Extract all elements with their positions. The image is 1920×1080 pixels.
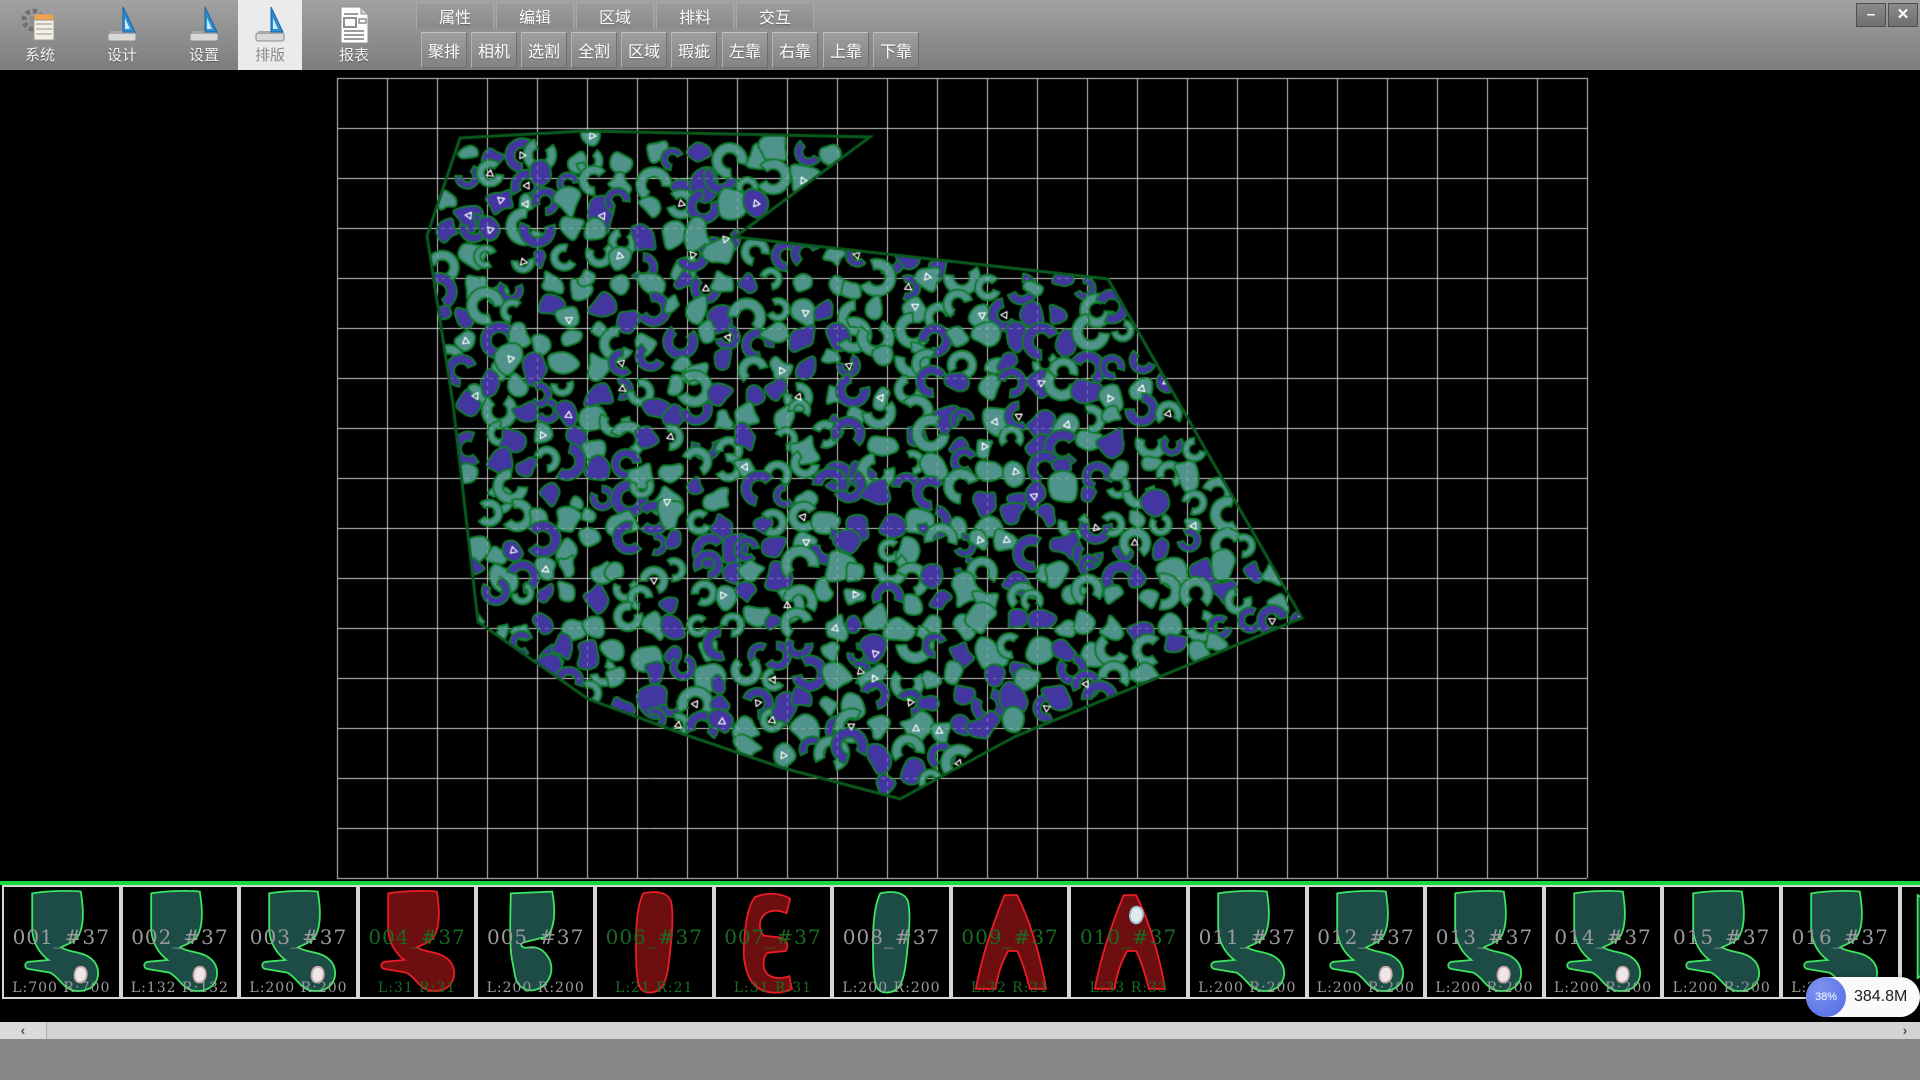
piece-id: 007_#37	[716, 925, 831, 949]
progress-circle-icon: 38%	[1806, 977, 1846, 1017]
tool-4-secondary[interactable]: 全割	[571, 32, 617, 68]
piece-cell-12[interactable]: 012_#37 L:200 R:200	[1307, 885, 1426, 999]
app-tab-design[interactable]: 设计	[90, 0, 154, 70]
piece-id: 016_#37	[1783, 925, 1898, 949]
piece-id: 005_#37	[478, 925, 593, 949]
app-tab-label: 设计	[107, 47, 137, 65]
piece-cell-10[interactable]: 010_#37 L:33 R:33	[1069, 885, 1188, 999]
piece-id: 001_#37	[4, 925, 119, 949]
piece-id: 0	[1902, 925, 1920, 949]
app-tab-report[interactable]: 报表	[322, 0, 386, 70]
progress-percent: 38%	[1815, 991, 1837, 1003]
nesting-ruler-icon	[249, 3, 291, 47]
piece-cell-6[interactable]: 006_#37 L:21 R:21	[595, 885, 714, 999]
piece-left-right-count: L:33 R:33	[1071, 980, 1186, 996]
menu-4-primary[interactable]: 排料	[656, 2, 734, 29]
tool-2-secondary[interactable]: 相机	[471, 32, 517, 68]
menu-5-primary[interactable]: 交互	[736, 2, 814, 29]
piece-left-right-count: L:200 R:200	[478, 980, 593, 996]
piece-id: 006_#37	[597, 925, 712, 949]
piece-id: 015_#37	[1664, 925, 1779, 949]
app-tab-label: 排版	[255, 47, 285, 65]
tool-3-secondary[interactable]: 选割	[521, 32, 567, 68]
app-tab-label: 设置	[189, 47, 219, 65]
top-toolbar: 系统设计设置排版报表 属性编辑区域排料交互 聚排相机选割全割区域瑕疵左靠右靠上靠…	[0, 0, 1920, 72]
piece-left-right-count: L:200 R:200	[834, 980, 949, 996]
menu-3-primary[interactable]: 区域	[576, 2, 654, 29]
settings-ruler-icon	[183, 3, 225, 47]
scroll-left-icon: ‹	[21, 1022, 26, 1038]
piece-left-right-count: L:200 R:200	[1309, 980, 1424, 996]
close-button[interactable]: ✕	[1888, 3, 1918, 27]
scroll-left-button[interactable]: ‹	[0, 1022, 47, 1039]
tool-1-secondary[interactable]: 聚排	[421, 32, 467, 68]
menu-2-primary[interactable]: 编辑	[496, 2, 574, 29]
nesting-canvas[interactable]	[0, 70, 1920, 881]
piece-thumbnail-strip: 001_#37L:700 R:700002_#37L:132 R:132003_…	[0, 885, 1920, 1000]
app-window: 系统设计设置排版报表 属性编辑区域排料交互 聚排相机选割全割区域瑕疵左靠右靠上靠…	[0, 0, 1920, 1080]
piece-left-right-count: L:31 R:31	[716, 980, 831, 996]
app-tab-label: 报表	[339, 47, 369, 65]
status-badge: 38% 384.8M	[1806, 977, 1920, 1017]
close-icon: ✕	[1897, 6, 1910, 23]
piece-id: 010_#37	[1071, 925, 1186, 949]
menu-1-primary[interactable]: 属性	[416, 2, 494, 29]
piece-left-right-count: L:200 R:200	[1664, 980, 1779, 996]
piece-id: 002_#37	[123, 925, 238, 949]
piece-left-right-count: L:200 R:200	[1546, 980, 1661, 996]
app-tab-label: 系统	[25, 47, 55, 65]
piece-left-right-count: L:21 R:21	[597, 980, 712, 996]
piece-cell-9[interactable]: 009_#37 L:32 R:31	[951, 885, 1070, 999]
piece-id: 014_#37	[1546, 925, 1661, 949]
piece-id: 004_#37	[360, 925, 475, 949]
piece-cell-1[interactable]: 001_#37 L:700 R:700	[2, 885, 121, 999]
piece-left-right-count: L:200 R:200	[1190, 980, 1305, 996]
tool-6-secondary[interactable]: 瑕疵	[671, 32, 717, 68]
piece-left-right-count: L:31 R:31	[360, 980, 475, 996]
piece-id: 008_#37	[834, 925, 949, 949]
system-gear-icon	[19, 3, 61, 47]
window-bottom-frame	[0, 1039, 1920, 1080]
scroll-right-button[interactable]: ›	[1890, 1022, 1920, 1039]
piece-id: 012_#37	[1309, 925, 1424, 949]
tool-8-secondary[interactable]: 右靠	[772, 32, 818, 68]
horizontal-scrollbar[interactable]: ‹ ›	[0, 1022, 1920, 1039]
report-doc-icon	[333, 3, 375, 47]
piece-cell-15[interactable]: 015_#37 L:200 R:200	[1662, 885, 1781, 999]
tool-7-secondary[interactable]: 左靠	[722, 32, 768, 68]
piece-cell-4[interactable]: 004_#37 L:31 R:31	[358, 885, 477, 999]
app-tab-nesting[interactable]: 排版	[238, 0, 302, 70]
piece-cell-8[interactable]: 008_#37 L:200 R:200	[832, 885, 951, 999]
piece-cell-11[interactable]: 011_#37 L:200 R:200	[1188, 885, 1307, 999]
piece-left-right-count: L:132 R:132	[123, 980, 238, 996]
piece-cell-13[interactable]: 013_#37 L:200 R:200	[1425, 885, 1544, 999]
app-tab-settings[interactable]: 设置	[172, 0, 236, 70]
piece-id: 011_#37	[1190, 925, 1305, 949]
piece-left-right-count: L:700 R:700	[4, 980, 119, 996]
design-ruler-icon	[101, 3, 143, 47]
piece-cell-3[interactable]: 003_#37 L:200 R:200	[239, 885, 358, 999]
piece-cell-2[interactable]: 002_#37 L:132 R:132	[121, 885, 240, 999]
memory-usage: 384.8M	[1854, 988, 1907, 1006]
minimize-icon: –	[1867, 6, 1875, 23]
piece-left-right-count: L:32 R:31	[953, 980, 1068, 996]
piece-cell-7[interactable]: 007_#37 L:31 R:31	[714, 885, 833, 999]
scroll-right-icon: ›	[1903, 1022, 1908, 1038]
tool-10-secondary[interactable]: 下靠	[873, 32, 919, 68]
piece-id: 009_#37	[953, 925, 1068, 949]
piece-cell-14[interactable]: 014_#37 L:200 R:200	[1544, 885, 1663, 999]
tool-5-secondary[interactable]: 区域	[621, 32, 667, 68]
piece-id: 003_#37	[241, 925, 356, 949]
piece-cell-5[interactable]: 005_#37 L:200 R:200	[476, 885, 595, 999]
app-tab-system[interactable]: 系统	[8, 0, 72, 70]
piece-left-right-count: L:200 R:200	[1427, 980, 1542, 996]
piece-left-right-count: L:200 R:200	[241, 980, 356, 996]
tool-9-secondary[interactable]: 上靠	[823, 32, 869, 68]
minimize-button[interactable]: –	[1856, 3, 1886, 27]
piece-id: 013_#37	[1427, 925, 1542, 949]
